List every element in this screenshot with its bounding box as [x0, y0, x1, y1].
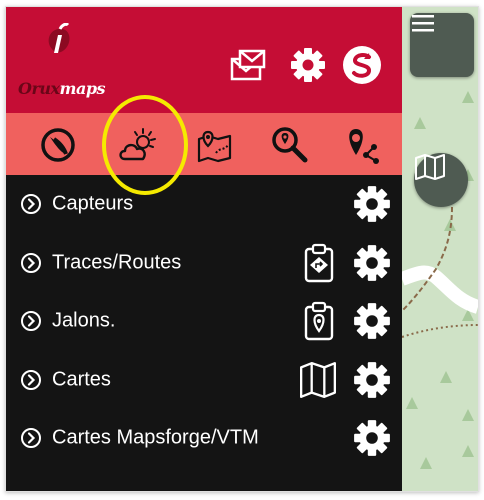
- clipboard-route-icon[interactable]: [302, 243, 336, 283]
- logo-mark-icon: [48, 23, 70, 53]
- sync-button[interactable]: [342, 45, 382, 85]
- menu-item-label: Jalons.: [52, 309, 116, 332]
- routes-map-button[interactable]: [194, 123, 238, 167]
- drawer-header: Oruxmaps: [6, 7, 402, 113]
- compass-icon: [41, 128, 75, 162]
- gear-icon[interactable]: [352, 184, 392, 224]
- chevron-right-icon: [21, 194, 41, 215]
- gear-icon[interactable]: [352, 243, 392, 283]
- folded-map-icon: [415, 154, 445, 180]
- menu-item-label: Capteurs: [52, 192, 134, 215]
- map-layers-button[interactable]: [414, 153, 468, 207]
- menu-item-label: Cartes Mapsforge/VTM: [52, 426, 259, 449]
- hamburger-icon: [412, 15, 434, 32]
- sync-icon: [343, 46, 381, 84]
- navigation-drawer: Oruxmaps Capteurs Traces/Routes Jalons. …: [6, 7, 402, 491]
- menu-item-capteurs[interactable]: Capteurs: [6, 175, 402, 234]
- search-location-button[interactable]: [268, 123, 312, 167]
- compass-button[interactable]: [36, 123, 80, 167]
- gear-icon[interactable]: [352, 301, 392, 341]
- settings-button[interactable]: [288, 45, 328, 85]
- menu-item-cartes-mapsforge[interactable]: Cartes Mapsforge/VTM: [6, 409, 402, 468]
- drawer-toolbar: [6, 113, 402, 175]
- map-pin-route-icon: [197, 130, 232, 163]
- oruxmaps-logo: Oruxmaps: [12, 23, 112, 98]
- gear-icon: [291, 48, 325, 82]
- menu-item-label: Cartes: [52, 368, 111, 391]
- chevron-right-icon: [21, 369, 41, 390]
- folded-map-icon[interactable]: [298, 360, 338, 400]
- logo-text: Oruxmaps: [18, 79, 106, 98]
- menu-item-traces-routes[interactable]: Traces/Routes: [6, 234, 402, 293]
- chevron-right-icon: [21, 311, 41, 332]
- mail-icon: [230, 49, 266, 81]
- gear-icon[interactable]: [352, 418, 392, 458]
- menu-item-cartes[interactable]: Cartes: [6, 351, 402, 410]
- messages-button[interactable]: [228, 47, 268, 83]
- gear-icon[interactable]: [352, 360, 392, 400]
- menu-item-label: Traces/Routes: [52, 251, 182, 274]
- clipboard-pin-icon[interactable]: [302, 301, 336, 341]
- share-location-icon: [349, 129, 379, 164]
- chevron-right-icon: [21, 252, 41, 273]
- map-menu-button[interactable]: [410, 13, 474, 77]
- chevron-right-icon: [21, 428, 41, 449]
- drawer-menu-list: Capteurs Traces/Routes Jalons. Cartes Ca…: [6, 175, 402, 468]
- menu-item-jalons[interactable]: Jalons.: [6, 292, 402, 351]
- share-location-button[interactable]: [340, 123, 384, 167]
- search-location-icon: [272, 127, 308, 163]
- app-window: Oruxmaps Capteurs Traces/Routes Jalons. …: [5, 6, 479, 492]
